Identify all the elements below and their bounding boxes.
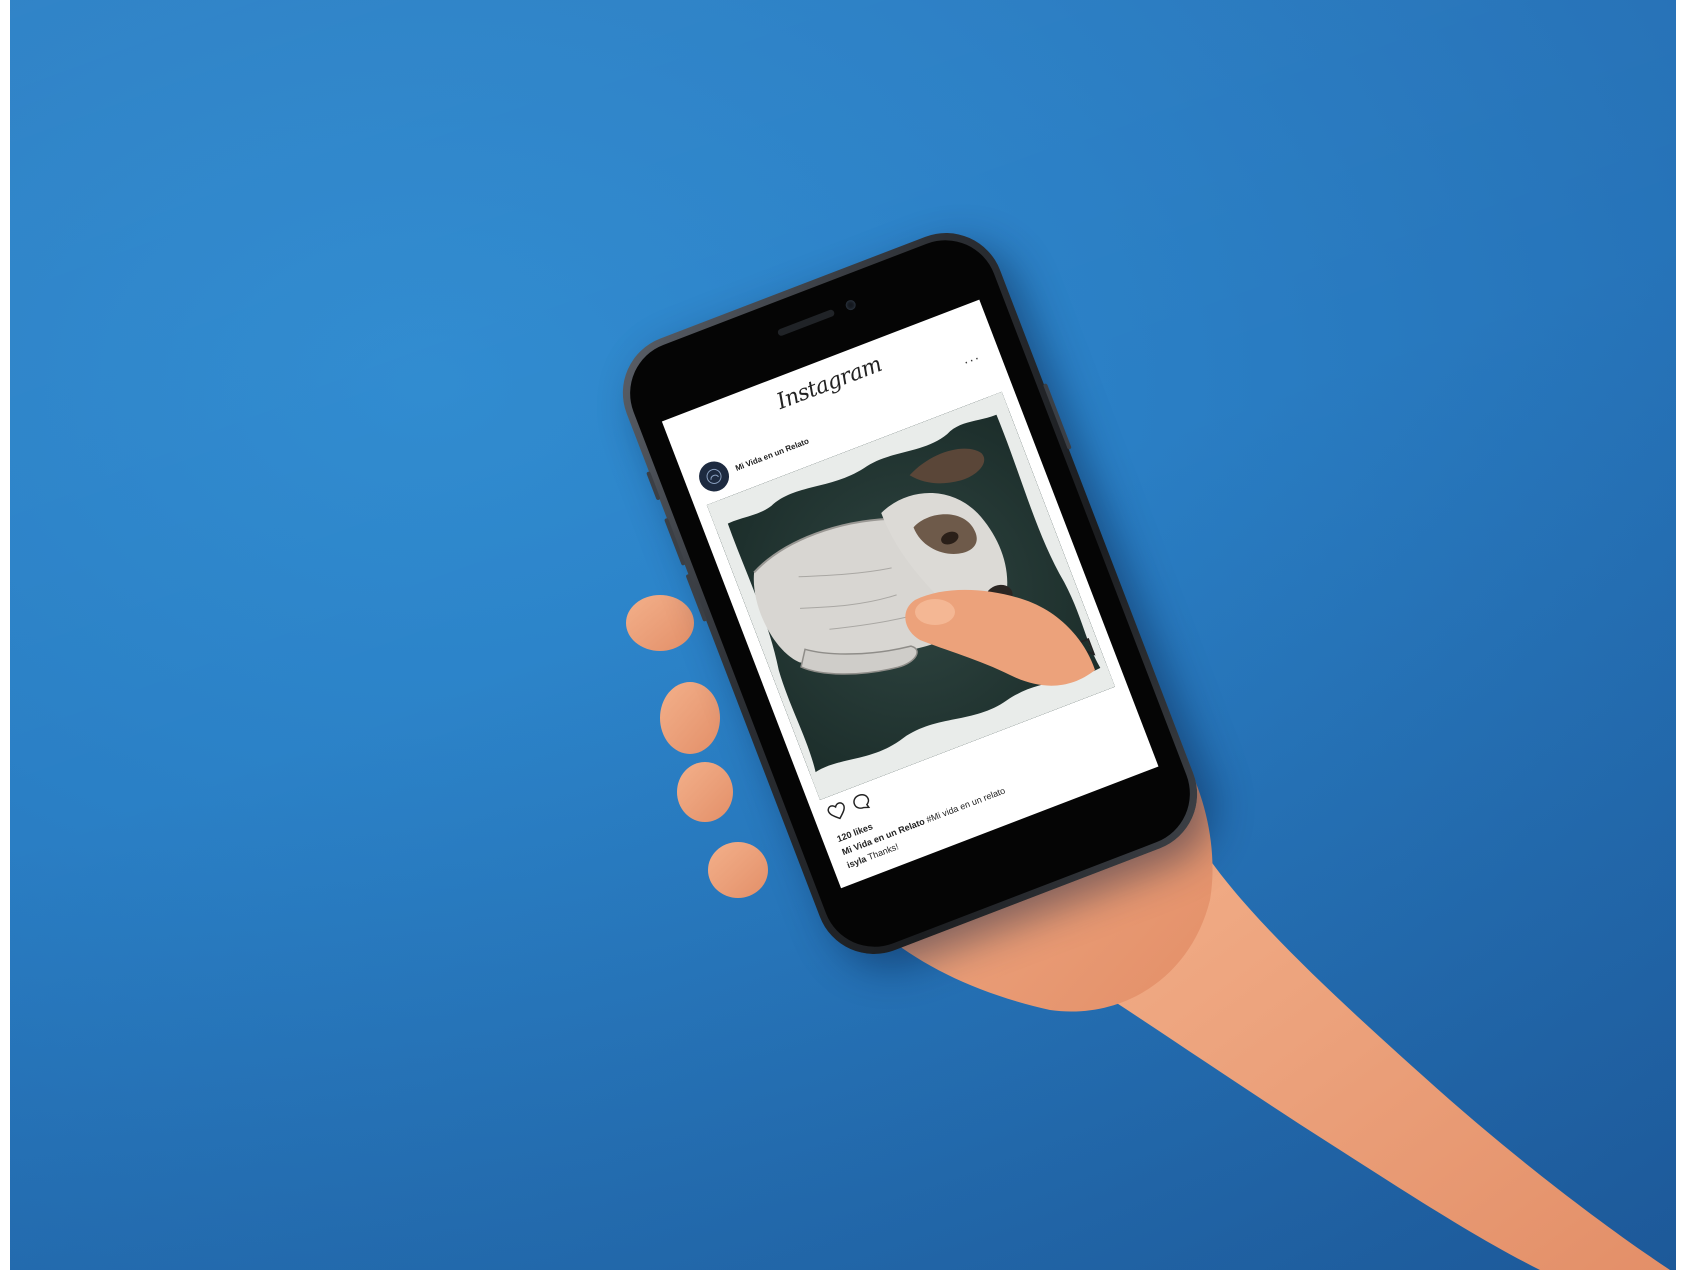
comment-username[interactable]: isyla bbox=[846, 854, 868, 871]
avatar[interactable] bbox=[694, 457, 734, 496]
post-username[interactable]: Mi Vida en un Relato bbox=[734, 436, 810, 472]
comment-icon[interactable] bbox=[849, 790, 874, 814]
more-options-icon[interactable]: ··· bbox=[961, 349, 983, 370]
heart-icon[interactable] bbox=[825, 800, 850, 824]
avatar-logo-icon bbox=[706, 468, 722, 484]
photo-scene: Instagram ··· Mi Vida en un Relato 120 l… bbox=[10, 0, 1676, 1270]
